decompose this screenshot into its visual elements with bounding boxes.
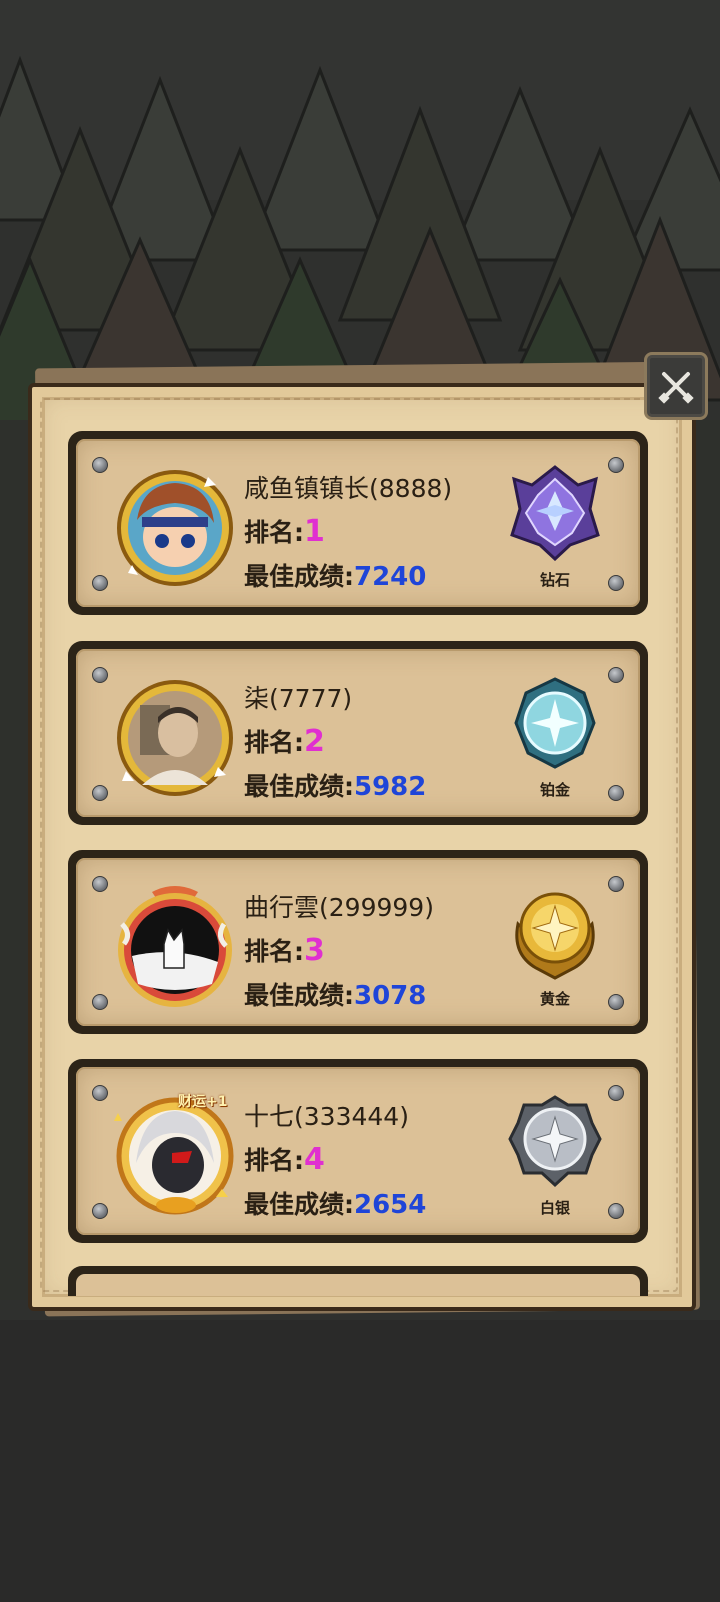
platinum-medal-icon [514, 677, 596, 769]
bolt-icon [92, 667, 108, 683]
rank-label: 排名: [244, 518, 304, 547]
player-name: 柒(7777) [244, 684, 353, 713]
score-label: 最佳成绩: [244, 981, 354, 1010]
bolt-icon [92, 1085, 108, 1101]
player-card-4[interactable]: 财运+1 十七(333444) 排名:4 最佳成绩:2654 白银 [68, 1059, 648, 1243]
ground-shadow [0, 1320, 720, 1602]
avatar-cat[interactable] [112, 884, 238, 1010]
bolt-icon [92, 876, 108, 892]
player-card-5-partial[interactable] [68, 1266, 648, 1296]
gold-medal-icon [515, 892, 595, 980]
rank-value: 3 [304, 933, 325, 968]
crossed-swords-icon [658, 372, 694, 404]
bolt-icon [608, 994, 624, 1010]
bolt-icon [608, 785, 624, 801]
score-line: 最佳成绩:2654 [244, 1185, 426, 1221]
score-value: 2654 [354, 1190, 427, 1220]
rank-label: 排名: [244, 728, 304, 757]
bolt-icon [92, 785, 108, 801]
player-name: 咸鱼镇镇长(8888) [244, 474, 453, 503]
silver-medal-icon [508, 1095, 602, 1188]
avatar-anime-warrior[interactable] [112, 1093, 238, 1219]
tier-label: 黄金 [539, 990, 570, 1008]
tier-label: 铂金 [539, 781, 570, 799]
score-label: 最佳成绩: [244, 1190, 354, 1219]
rank-label: 排名: [244, 937, 304, 966]
tier-label: 白银 [539, 1199, 570, 1217]
score-value: 3078 [354, 981, 427, 1011]
bolt-icon [92, 457, 108, 473]
score-line: 最佳成绩:7240 [244, 557, 426, 593]
player-name: 曲行雲(299999) [244, 893, 434, 922]
close-button[interactable] [644, 352, 708, 420]
score-label: 最佳成绩: [244, 772, 354, 801]
rank-value: 1 [304, 514, 325, 549]
rank-value: 2 [304, 724, 325, 759]
score-value: 7240 [354, 562, 427, 592]
rank-label: 排名: [244, 1146, 304, 1175]
score-value: 5982 [354, 772, 427, 802]
bolt-icon [608, 1203, 624, 1219]
bolt-icon [608, 575, 624, 591]
player-card-1[interactable]: 咸鱼镇镇长(8888) 排名:1 最佳成绩:7240 钻石 [68, 431, 648, 615]
avatar-hero[interactable] [112, 465, 238, 591]
rank-line: 排名:4 [244, 1141, 325, 1177]
rank-line: 排名:1 [244, 513, 325, 549]
rank-line: 排名:2 [244, 723, 325, 759]
avatar-photo[interactable] [112, 675, 238, 801]
avatar-badge: 财运+1 [178, 1094, 228, 1110]
bolt-icon [608, 667, 624, 683]
bolt-icon [92, 994, 108, 1010]
score-label: 最佳成绩: [244, 562, 354, 591]
bolt-icon [92, 575, 108, 591]
bolt-icon [608, 457, 624, 473]
player-name: 十七(333444) [244, 1102, 409, 1131]
tier-label: 钻石 [539, 571, 570, 589]
score-line: 最佳成绩:5982 [244, 767, 426, 803]
diamond-medal-icon [510, 465, 600, 561]
rank-line: 排名:3 [244, 932, 325, 968]
player-card-2[interactable]: 柒(7777) 排名:2 最佳成绩:5982 铂金 [68, 641, 648, 825]
player-card-3[interactable]: 曲行雲(299999) 排名:3 最佳成绩:3078 黄金 [68, 850, 648, 1034]
bolt-icon [92, 1203, 108, 1219]
rank-value: 4 [304, 1142, 325, 1177]
bolt-icon [608, 1085, 624, 1101]
score-line: 最佳成绩:3078 [244, 976, 426, 1012]
bolt-icon [608, 876, 624, 892]
